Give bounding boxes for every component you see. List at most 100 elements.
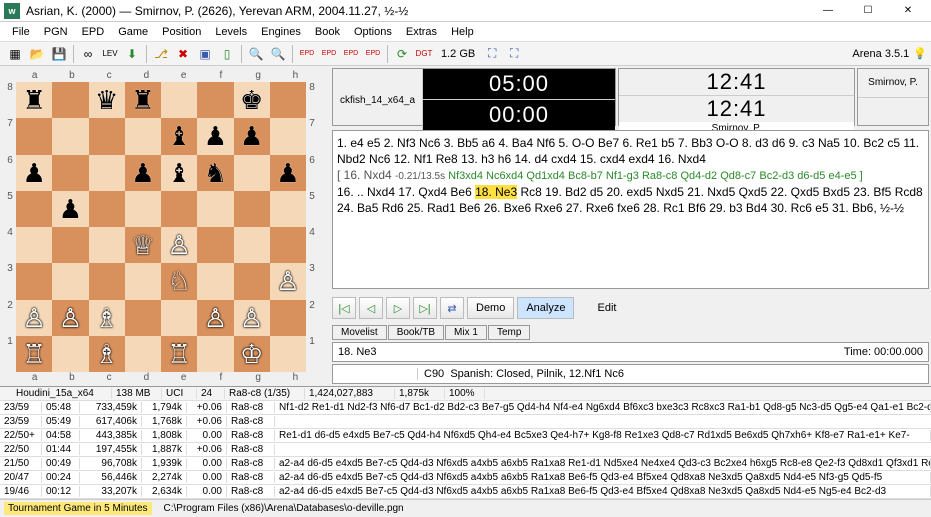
tab-movelist[interactable]: Movelist xyxy=(332,325,387,340)
epd1-icon[interactable]: EPD xyxy=(297,44,317,64)
epd3-icon[interactable]: EPD xyxy=(341,44,361,64)
save-icon[interactable]: 💾 xyxy=(49,44,69,64)
delete-icon[interactable]: ✖ xyxy=(173,44,193,64)
square[interactable]: ♟ xyxy=(52,191,88,227)
open-icon[interactable]: 📂 xyxy=(27,44,47,64)
bulb-icon[interactable]: 💡 xyxy=(913,47,927,60)
square[interactable]: ♜ xyxy=(16,82,52,118)
square[interactable] xyxy=(125,191,161,227)
menu-book[interactable]: Book xyxy=(309,24,346,40)
notation-panel[interactable]: 1. e4 e5 2. Nf3 Nc6 3. Bb5 a6 4. Ba4 Nf6… xyxy=(332,130,929,289)
menu-epd[interactable]: EPD xyxy=(76,24,111,40)
prev-move-button[interactable]: ◁ xyxy=(359,297,383,319)
square[interactable]: ♙ xyxy=(52,300,88,336)
square[interactable] xyxy=(234,191,270,227)
square[interactable] xyxy=(52,227,88,263)
square[interactable] xyxy=(161,191,197,227)
square[interactable] xyxy=(52,263,88,299)
menu-help[interactable]: Help xyxy=(445,24,480,40)
zoom-in-icon[interactable]: 🔍 xyxy=(246,44,266,64)
square[interactable]: ♔ xyxy=(234,336,270,372)
tab-mix1[interactable]: Mix 1 xyxy=(445,325,487,340)
analyze-button[interactable]: Analyze xyxy=(517,297,574,319)
square[interactable] xyxy=(125,336,161,372)
menu-file[interactable]: File xyxy=(6,24,36,40)
square[interactable] xyxy=(89,227,125,263)
square[interactable] xyxy=(89,263,125,299)
square[interactable] xyxy=(270,300,306,336)
expand2-icon[interactable]: ⛶ xyxy=(504,44,524,64)
menu-pgn[interactable]: PGN xyxy=(38,24,74,40)
square[interactable] xyxy=(89,155,125,191)
square[interactable] xyxy=(234,155,270,191)
swap-button[interactable]: ⇄ xyxy=(440,297,464,319)
zoom-out-icon[interactable]: 🔍 xyxy=(268,44,288,64)
down-icon[interactable]: ⬇ xyxy=(122,44,142,64)
square[interactable]: ♖ xyxy=(16,336,52,372)
square[interactable]: ♝ xyxy=(161,155,197,191)
square[interactable] xyxy=(270,82,306,118)
engine-line[interactable]: 19/4600:1233,207k2,634k0.00Ra8-c8a2-a4 d… xyxy=(0,485,931,499)
menu-engines[interactable]: Engines xyxy=(255,24,307,40)
menu-options[interactable]: Options xyxy=(348,24,398,40)
engine-line[interactable]: 21/5000:4996,708k1,939k0.00Ra8-c8a2-a4 d… xyxy=(0,457,931,471)
square[interactable]: ♜ xyxy=(125,82,161,118)
square[interactable]: ♙ xyxy=(270,263,306,299)
infinity-icon[interactable]: ∞ xyxy=(78,44,98,64)
square[interactable] xyxy=(16,191,52,227)
close-button[interactable]: ✕ xyxy=(889,1,927,21)
square[interactable]: ♞ xyxy=(197,155,233,191)
square[interactable] xyxy=(16,263,52,299)
square[interactable] xyxy=(125,118,161,154)
epd4-icon[interactable]: EPD xyxy=(363,44,383,64)
square[interactable]: ♙ xyxy=(16,300,52,336)
square[interactable]: ♙ xyxy=(161,227,197,263)
square[interactable] xyxy=(161,82,197,118)
square[interactable] xyxy=(270,227,306,263)
engine-line[interactable]: 20/4700:2456,446k2,274k0.00Ra8-c8a2-a4 d… xyxy=(0,471,931,485)
square[interactable] xyxy=(89,191,125,227)
engine-line[interactable]: 23/5905:48733,459k1,794k+0.06Ra8-c8Nf1-d… xyxy=(0,401,931,415)
square[interactable]: ♟ xyxy=(234,118,270,154)
square[interactable] xyxy=(16,227,52,263)
square[interactable] xyxy=(52,155,88,191)
toolbar-icon[interactable]: ▦ xyxy=(5,44,25,64)
square[interactable]: ♖ xyxy=(161,336,197,372)
square[interactable]: ♕ xyxy=(125,227,161,263)
last-move-button[interactable]: ▷| xyxy=(413,297,437,319)
tab-book[interactable]: Book/TB xyxy=(388,325,444,340)
square[interactable] xyxy=(270,191,306,227)
square[interactable] xyxy=(125,300,161,336)
square[interactable] xyxy=(89,118,125,154)
edit-button[interactable]: Edit xyxy=(597,302,616,314)
menu-levels[interactable]: Levels xyxy=(209,24,253,40)
square[interactable] xyxy=(197,82,233,118)
square[interactable] xyxy=(234,263,270,299)
square[interactable]: ♟ xyxy=(16,155,52,191)
engine-line[interactable]: 23/5905:49617,406k1,768k+0.06Ra8-c8 xyxy=(0,415,931,429)
square[interactable] xyxy=(270,336,306,372)
square[interactable]: ♟ xyxy=(270,155,306,191)
square[interactable] xyxy=(197,191,233,227)
square[interactable]: ♛ xyxy=(89,82,125,118)
pgn-text[interactable]: 1. e4 e5 2. Nf3 Nc6 3. Bb5 a6 4. Ba4 Nf6… xyxy=(337,136,919,166)
engine-line[interactable]: 22/5001:44197,455k1,887k+0.06Ra8-c8 xyxy=(0,443,931,457)
refresh-icon[interactable]: ⟳ xyxy=(392,44,412,64)
next-move-button[interactable]: ▷ xyxy=(386,297,410,319)
square[interactable]: ♟ xyxy=(197,118,233,154)
menu-game[interactable]: Game xyxy=(112,24,154,40)
square[interactable] xyxy=(234,227,270,263)
engine-line[interactable]: 22/50+04:58443,385k1,808k0.00Ra8-c8Re1-d… xyxy=(0,429,931,443)
dgt-icon[interactable]: DGT xyxy=(414,44,434,64)
board-icon[interactable]: ▣ xyxy=(195,44,215,64)
current-move[interactable]: 18. Ne3 xyxy=(475,185,517,199)
menu-position[interactable]: Position xyxy=(156,24,207,40)
square[interactable]: ♝ xyxy=(161,118,197,154)
var-icon[interactable]: ⎇ xyxy=(151,44,171,64)
square[interactable] xyxy=(197,263,233,299)
pgn-variation[interactable]: Nf3xd4 Nc6xd4 Qd1xd4 Bc8-b7 Nf1-g3 Ra8-c… xyxy=(445,170,863,182)
menu-extras[interactable]: Extras xyxy=(400,24,443,40)
first-move-button[interactable]: |◁ xyxy=(332,297,356,319)
square[interactable]: ♘ xyxy=(161,263,197,299)
square[interactable]: ♗ xyxy=(89,336,125,372)
